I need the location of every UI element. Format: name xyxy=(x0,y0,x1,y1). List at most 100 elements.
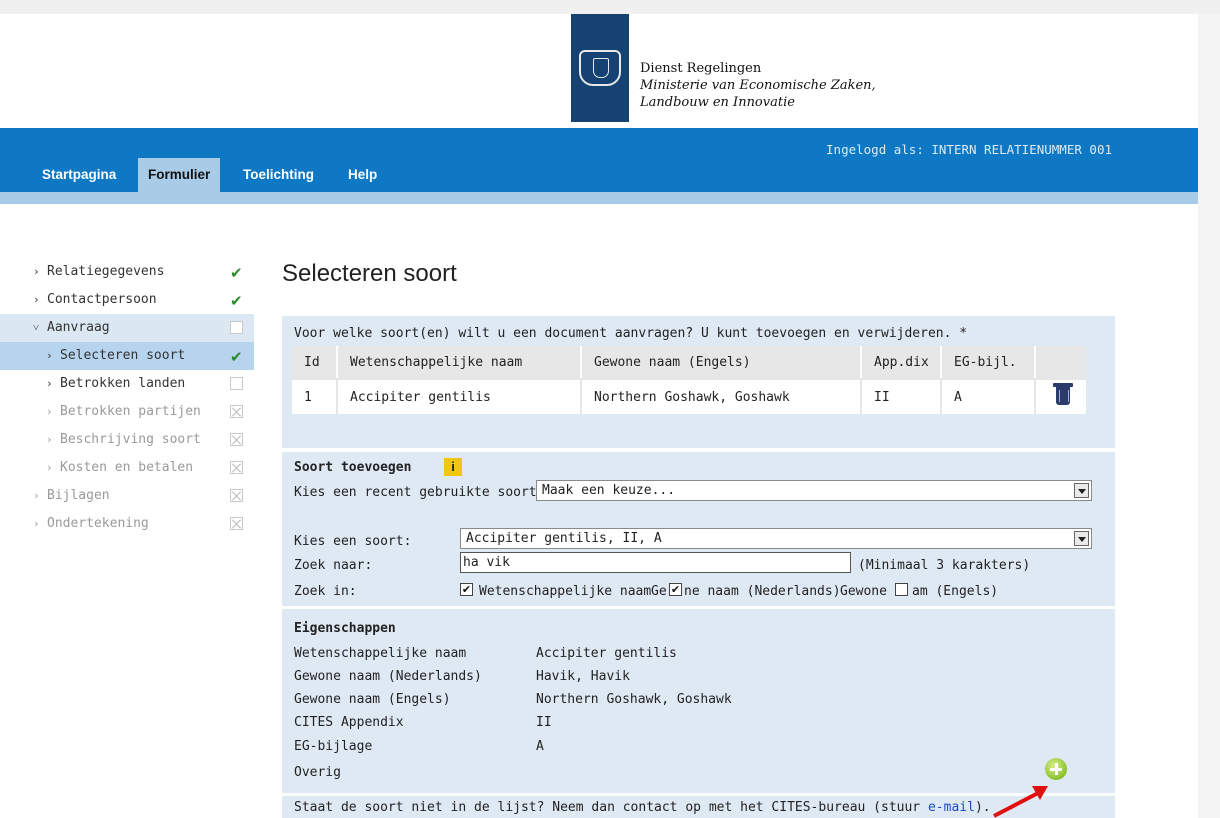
sidebar-item-betrokken-partijen: › Betrokken partijen xyxy=(0,398,254,426)
cell-actions xyxy=(1036,378,1086,414)
search-input[interactable]: ha vik xyxy=(460,552,851,573)
search-in-label: Zoek in: xyxy=(294,584,357,599)
status-empty-icon xyxy=(230,377,243,390)
chevron-down-icon[interactable] xyxy=(1074,531,1089,546)
chevron-right-icon: › xyxy=(46,377,53,390)
col-appendix: App.dix xyxy=(862,346,942,378)
page-title: Selecteren soort xyxy=(282,260,457,287)
right-scroll-area xyxy=(1198,14,1220,818)
property-value: A xyxy=(536,739,544,754)
recent-species-value: Maak een keuze... xyxy=(542,483,676,498)
tab-formulier[interactable]: Formulier xyxy=(138,158,221,192)
sidebar-item-label: Betrokken partijen xyxy=(60,404,201,419)
sidebar-item-betrokken-landen[interactable]: › Betrokken landen xyxy=(0,370,254,398)
scientific-name-checkbox[interactable]: ✔ xyxy=(460,583,473,596)
login-status: Ingelogd als: INTERN RELATIENUMMER 001 xyxy=(826,142,1112,157)
species-label: Kies een soort: xyxy=(294,534,412,549)
check-icon: ✔ xyxy=(230,348,243,366)
property-label: EG-bijlage xyxy=(294,739,373,754)
tab-toelichting[interactable]: Toelichting xyxy=(243,158,314,192)
sidebar-item-relatiegegevens[interactable]: › Relatiegegevens ✔ xyxy=(0,258,254,286)
sidebar-item-kosten-en-betalen: › Kosten en betalen xyxy=(0,454,254,482)
cell-id: 1 xyxy=(292,378,338,414)
search-hint: (Minimaal 3 karakters) xyxy=(858,558,1031,573)
email-link[interactable]: e-mail xyxy=(928,800,975,815)
status-disabled-icon xyxy=(230,461,243,474)
chevron-right-icon: › xyxy=(33,489,40,502)
recent-species-label: Kies een recent gebruikte soort: xyxy=(294,485,545,500)
tab-startpagina[interactable]: Startpagina xyxy=(42,158,116,192)
dutch-name-checkbox[interactable]: ✔ xyxy=(669,583,682,596)
cell-eg-bijlage: A xyxy=(942,378,1036,414)
property-label: Gewone naam (Nederlands) xyxy=(294,669,482,684)
add-species-button[interactable] xyxy=(1045,758,1067,780)
selected-species-panel: Voor welke soort(en) wilt u een document… xyxy=(282,316,1115,448)
status-disabled-icon xyxy=(230,489,243,502)
species-table: Id Wetenschappelijke naam Gewone naam (E… xyxy=(292,346,1086,414)
col-eg-bijlage: EG-bijl. xyxy=(942,346,1036,378)
cell-appendix: II xyxy=(862,378,942,414)
chevron-down-icon[interactable] xyxy=(1074,483,1089,498)
status-disabled-icon xyxy=(230,517,243,530)
recent-species-select[interactable]: Maak een keuze... xyxy=(536,480,1092,501)
footer-text: Staat de soort niet in de lijst? Neem da… xyxy=(294,800,991,815)
properties-heading: Eigenschappen xyxy=(294,621,396,636)
sidebar-item-label: Aanvraag xyxy=(47,320,110,335)
chevron-right-icon: › xyxy=(46,461,53,474)
sidebar-item-label: Selecteren soort xyxy=(60,348,186,363)
footer-text-end: ). xyxy=(974,800,991,815)
sidebar-item-aanvraag[interactable]: ˅ Aanvraag xyxy=(0,314,254,342)
chevron-right-icon: › xyxy=(33,265,40,278)
intro-text: Voor welke soort(en) wilt u een document… xyxy=(294,326,968,341)
cell-scientific-name: Accipiter gentilis xyxy=(338,378,582,414)
org-line-3: Landbouw en Innovatie xyxy=(640,95,795,110)
sidebar-item-label: Relatiegegevens xyxy=(47,264,165,279)
properties-panel: Eigenschappen Wetenschappelijke naam Acc… xyxy=(282,609,1115,793)
nav-sub-bar xyxy=(0,192,1198,204)
sidebar-item-selecteren-soort[interactable]: › Selecteren soort ✔ xyxy=(0,342,254,370)
chevron-right-icon: › xyxy=(46,433,53,446)
footer-text-main: Staat de soort niet in de lijst? Neem da… xyxy=(294,800,928,815)
check-icon: ✔ xyxy=(230,264,243,282)
organisation-name: Dienst Regelingen Ministerie van Economi… xyxy=(640,60,876,111)
chevron-right-icon: › xyxy=(46,349,53,362)
sidebar-item-label: Beschrijving soort xyxy=(60,432,201,447)
status-disabled-icon xyxy=(230,405,243,418)
col-scientific-name: Wetenschappelijke naam xyxy=(338,346,582,378)
table-header-row: Id Wetenschappelijke naam Gewone naam (E… xyxy=(292,346,1086,378)
cell-common-name: Northern Goshawk, Goshawk xyxy=(582,378,862,414)
crest-icon xyxy=(579,50,621,86)
window-top-border xyxy=(0,0,1220,14)
scientific-name-option: Wetenschappelijke naam xyxy=(479,584,652,599)
sidebar-item-bijlagen: › Bijlagen xyxy=(0,482,254,510)
info-icon[interactable]: i xyxy=(444,458,462,476)
species-select[interactable]: Accipiter gentilis, II, A xyxy=(460,528,1092,549)
dutch-name-option: ne naam (Nederlands) xyxy=(684,584,841,599)
english-name-option-prefix: Gewone xyxy=(840,584,887,599)
org-line-1: Dienst Regelingen xyxy=(640,61,762,76)
tab-help[interactable]: Help xyxy=(348,158,377,192)
property-value: Havik, Havik xyxy=(536,669,630,684)
chevron-down-icon: ˅ xyxy=(33,321,40,334)
chevron-right-icon: › xyxy=(33,517,40,530)
status-empty-icon xyxy=(230,321,243,334)
search-label: Zoek naar: xyxy=(294,558,373,573)
property-label: CITES Appendix xyxy=(294,715,404,730)
property-label: Wetenschappelijke naam xyxy=(294,646,467,661)
species-value: Accipiter gentilis, II, A xyxy=(466,531,662,546)
add-species-heading: Soort toevoegen xyxy=(294,460,412,475)
chevron-right-icon: › xyxy=(33,293,40,306)
sidebar-item-label: Ondertekening xyxy=(47,516,149,531)
sidebar-item-ondertekening: › Ondertekening xyxy=(0,510,254,538)
english-name-option: am (Engels) xyxy=(912,584,999,599)
dutch-name-option-prefix: Ge xyxy=(651,584,667,599)
sidebar-item-label: Bijlagen xyxy=(47,488,110,503)
english-name-checkbox[interactable] xyxy=(895,583,908,596)
property-label: Gewone naam (Engels) xyxy=(294,692,451,707)
col-common-name: Gewone naam (Engels) xyxy=(582,346,862,378)
trash-icon[interactable] xyxy=(1053,383,1073,405)
sidebar-item-label: Betrokken landen xyxy=(60,376,186,391)
sidebar-item-label: Kosten en betalen xyxy=(60,460,194,475)
sidebar-item-contactpersoon[interactable]: › Contactpersoon ✔ xyxy=(0,286,254,314)
sidebar-item-beschrijving-soort: › Beschrijving soort xyxy=(0,426,254,454)
